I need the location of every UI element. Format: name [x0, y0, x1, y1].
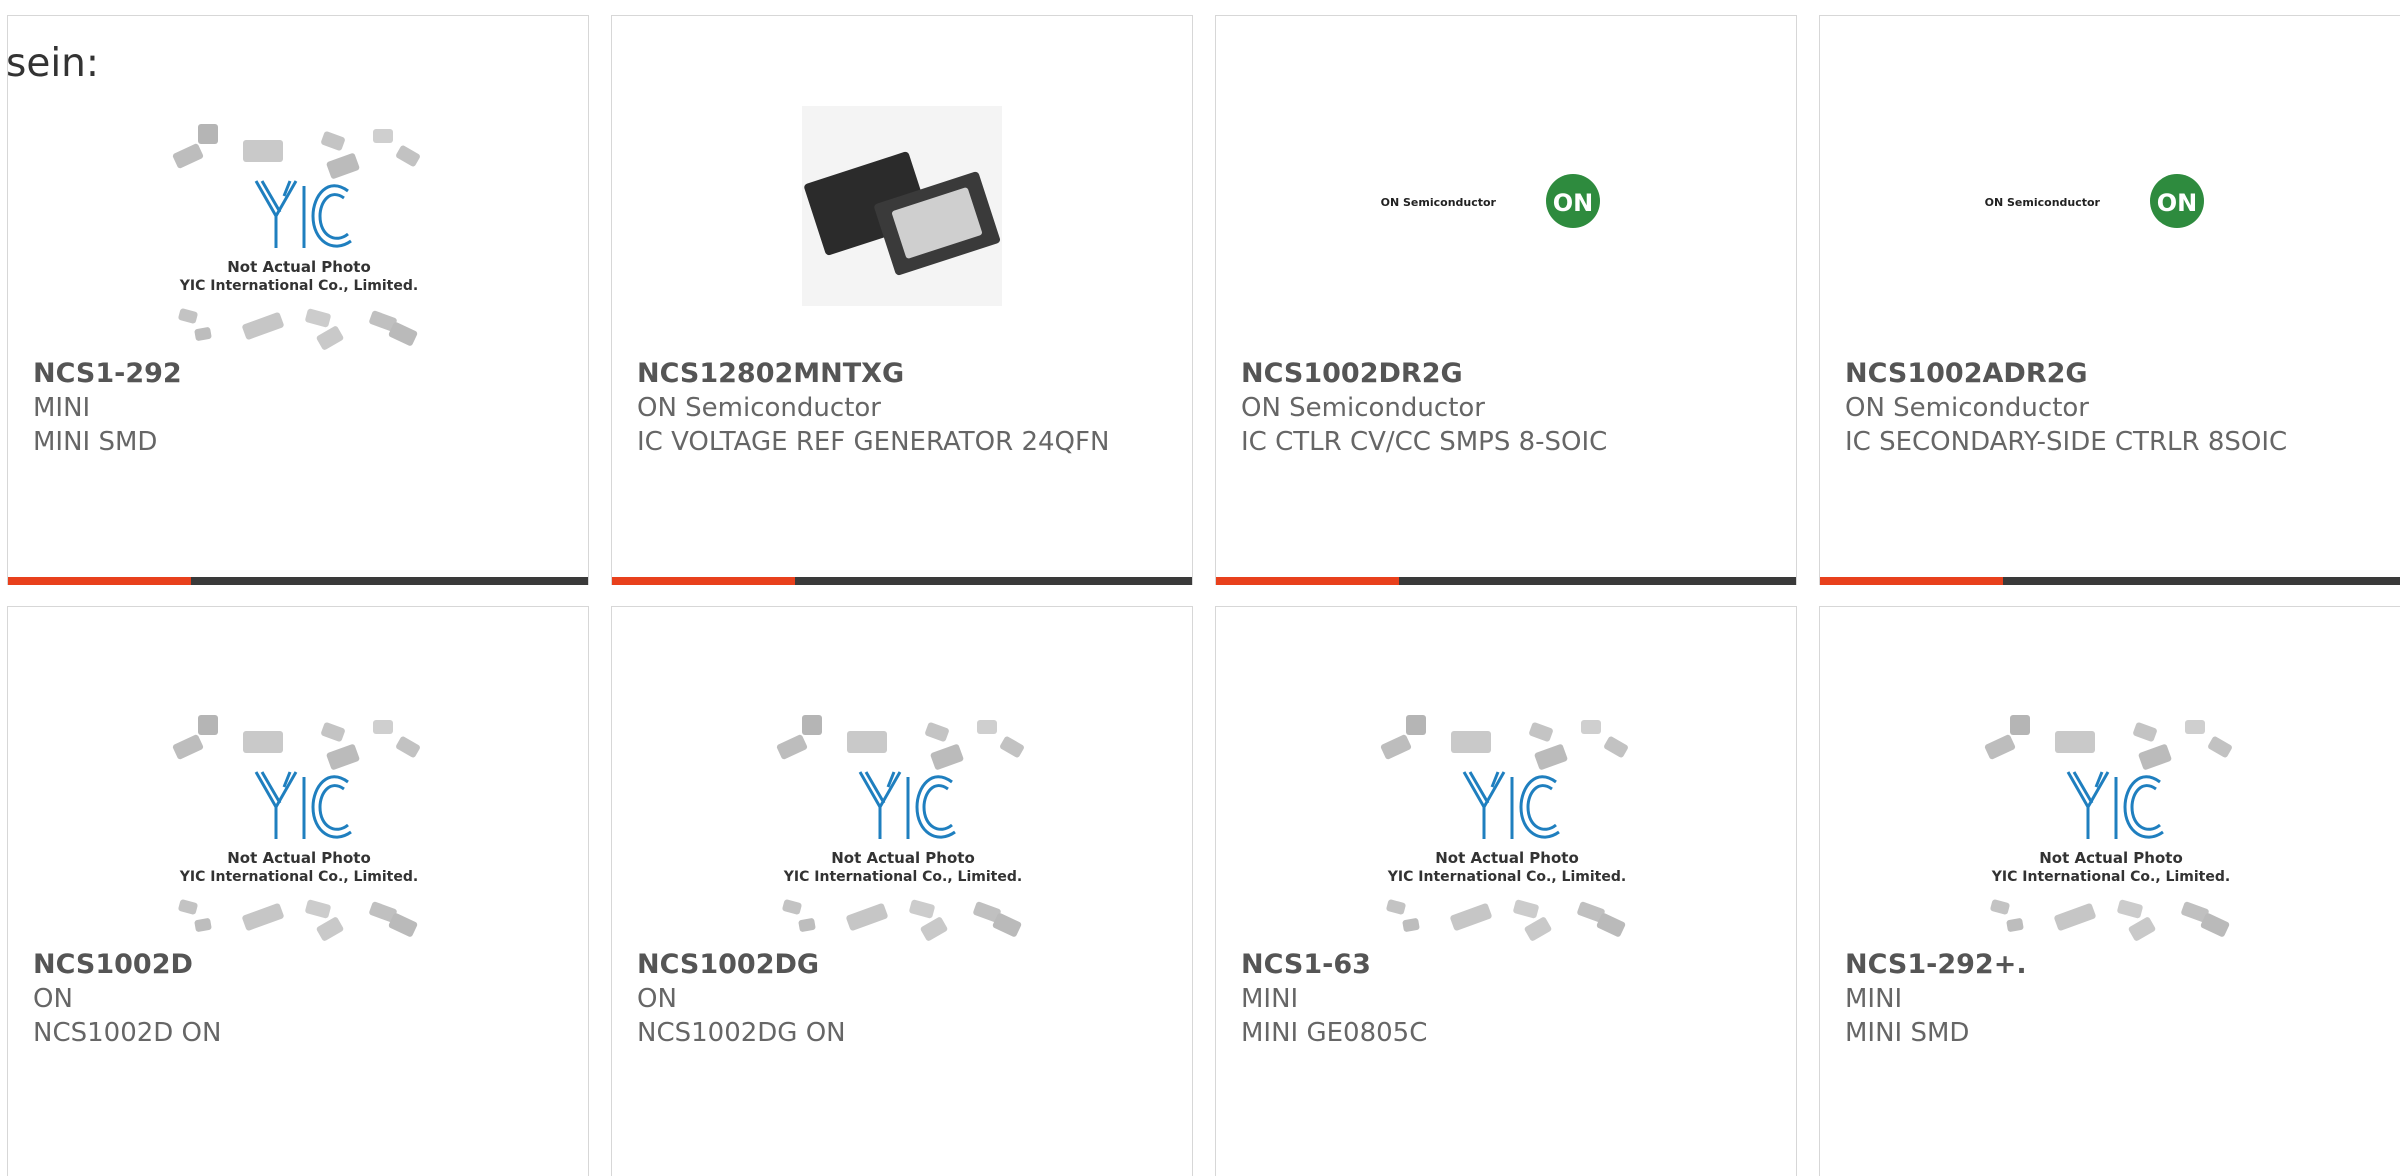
product-info: NCS1002ADR2G ON Semiconductor IC SECONDA…: [1845, 357, 2370, 459]
svg-text:ON: ON: [1553, 189, 1594, 217]
svg-text:ON: ON: [2157, 189, 2198, 217]
svg-text:YIC International Co., Limited: YIC International Co., Limited.: [1991, 869, 2230, 885]
product-card[interactable]: Not Actual Photo YIC International Co., L…: [7, 606, 589, 1176]
card-footer-accent: [1216, 577, 1399, 585]
product-description: MINI GE0805C: [1241, 1018, 1428, 1048]
product-image-qfn-chip[interactable]: [612, 16, 1192, 351]
svg-text:ON Semiconductor: ON Semiconductor: [1381, 196, 1497, 209]
thumbnail-graphic: ON Semiconductor ON: [1381, 174, 1600, 228]
product-manufacturer: MINI: [1845, 984, 1903, 1014]
product-description: MINI SMD: [1845, 1018, 1970, 1048]
card-footer-accent: [612, 577, 795, 585]
product-description: NCS1002D ON: [33, 1018, 222, 1048]
product-info: NCS1002DR2G ON Semiconductor IC CTLR CV/…: [1241, 357, 1766, 459]
product-info: NCS1-63 MINI MINI GE0805C: [1241, 948, 1766, 1050]
product-part-number[interactable]: NCS1-292+.: [1845, 948, 2370, 982]
svg-text:Not Actual Photo: Not Actual Photo: [227, 849, 371, 867]
product-card[interactable]: NCS12802MNTXG ON Semiconductor IC VOLTAG…: [611, 15, 1193, 585]
product-part-number[interactable]: NCS1-63: [1241, 948, 1766, 982]
page-lead-text: sein:: [6, 41, 100, 86]
product-manufacturer: ON Semiconductor: [637, 393, 881, 423]
product-manufacturer: ON Semiconductor: [1845, 393, 2089, 423]
product-grid: Not Actual Photo YIC International Co., L…: [0, 0, 2400, 1176]
product-info: NCS12802MNTXG ON Semiconductor IC VOLTAG…: [637, 357, 1162, 459]
svg-text:ON Semiconductor: ON Semiconductor: [1985, 196, 2101, 209]
thumbnail-graphic: Not Actual Photo YIC International Co., L…: [776, 715, 1024, 941]
card-footer-bar: [1820, 577, 2400, 585]
svg-text:YIC International Co., Limited: YIC International Co., Limited.: [179, 278, 418, 294]
product-card[interactable]: ON Semiconductor ON NCS1002ADR2G ON Semic…: [1819, 15, 2400, 585]
product-description: IC CTLR CV/CC SMPS 8-SOIC: [1241, 427, 1608, 457]
card-footer-accent: [8, 577, 191, 585]
product-card[interactable]: Not Actual Photo YIC International Co., L…: [611, 606, 1193, 1176]
svg-text:Not Actual Photo: Not Actual Photo: [831, 849, 975, 867]
thumbnail-graphic: ON Semiconductor ON: [1985, 174, 2204, 228]
product-description: IC VOLTAGE REF GENERATOR 24QFN: [637, 427, 1110, 457]
svg-text:Not Actual Photo: Not Actual Photo: [227, 258, 371, 276]
svg-text:Not Actual Photo: Not Actual Photo: [2039, 849, 2183, 867]
product-image-on-semiconductor-logo[interactable]: ON Semiconductor ON: [1820, 16, 2400, 351]
thumbnail-graphic: [802, 106, 1002, 306]
card-footer-bar: [1216, 577, 1796, 585]
product-description: MINI SMD: [33, 427, 158, 457]
product-part-number[interactable]: NCS1002ADR2G: [1845, 357, 2370, 391]
svg-text:YIC International Co., Limited: YIC International Co., Limited.: [179, 869, 418, 885]
product-part-number[interactable]: NCS12802MNTXG: [637, 357, 1162, 391]
product-manufacturer: MINI: [33, 393, 91, 423]
product-part-number[interactable]: NCS1002D: [33, 948, 558, 982]
product-image-on-semiconductor-logo[interactable]: ON Semiconductor ON: [1216, 16, 1796, 351]
svg-text:YIC International Co., Limited: YIC International Co., Limited.: [1387, 869, 1626, 885]
product-manufacturer: ON: [33, 984, 73, 1014]
product-image-yic-placeholder[interactable]: Not Actual Photo YIC International Co., L…: [612, 607, 1192, 942]
product-card[interactable]: Not Actual Photo YIC International Co., L…: [1215, 606, 1797, 1176]
product-info: NCS1002D ON NCS1002D ON: [33, 948, 558, 1050]
product-description: IC SECONDARY-SIDE CTRLR 8SOIC: [1845, 427, 2288, 457]
product-part-number[interactable]: NCS1002DR2G: [1241, 357, 1766, 391]
product-part-number[interactable]: NCS1002DG: [637, 948, 1162, 982]
thumbnail-graphic: Not Actual Photo YIC International Co., L…: [1380, 715, 1628, 941]
product-card[interactable]: ON Semiconductor ON NCS1002DR2G ON Semico…: [1215, 15, 1797, 585]
product-info: NCS1-292+. MINI MINI SMD: [1845, 948, 2370, 1050]
thumbnail-graphic: Not Actual Photo YIC International Co., L…: [172, 715, 420, 941]
product-info: NCS1002DG ON NCS1002DG ON: [637, 948, 1162, 1050]
svg-text:YIC International Co., Limited: YIC International Co., Limited.: [783, 869, 1022, 885]
product-image-yic-placeholder[interactable]: Not Actual Photo YIC International Co., L…: [8, 607, 588, 942]
card-footer-accent: [1820, 577, 2003, 585]
product-manufacturer: ON Semiconductor: [1241, 393, 1485, 423]
svg-text:Not Actual Photo: Not Actual Photo: [1435, 849, 1579, 867]
product-card[interactable]: Not Actual Photo YIC International Co., L…: [7, 15, 589, 585]
product-description: NCS1002DG ON: [637, 1018, 846, 1048]
product-info: NCS1-292 MINI MINI SMD: [33, 357, 558, 459]
product-image-yic-placeholder[interactable]: Not Actual Photo YIC International Co., L…: [1216, 607, 1796, 942]
card-footer-bar: [612, 577, 1192, 585]
product-manufacturer: MINI: [1241, 984, 1299, 1014]
thumbnail-graphic: Not Actual Photo YIC International Co., L…: [1984, 715, 2232, 941]
product-image-yic-placeholder[interactable]: Not Actual Photo YIC International Co., L…: [1820, 607, 2400, 942]
product-manufacturer: ON: [637, 984, 677, 1014]
product-part-number[interactable]: NCS1-292: [33, 357, 558, 391]
product-card[interactable]: Not Actual Photo YIC International Co., L…: [1819, 606, 2400, 1176]
card-footer-bar: [8, 577, 588, 585]
